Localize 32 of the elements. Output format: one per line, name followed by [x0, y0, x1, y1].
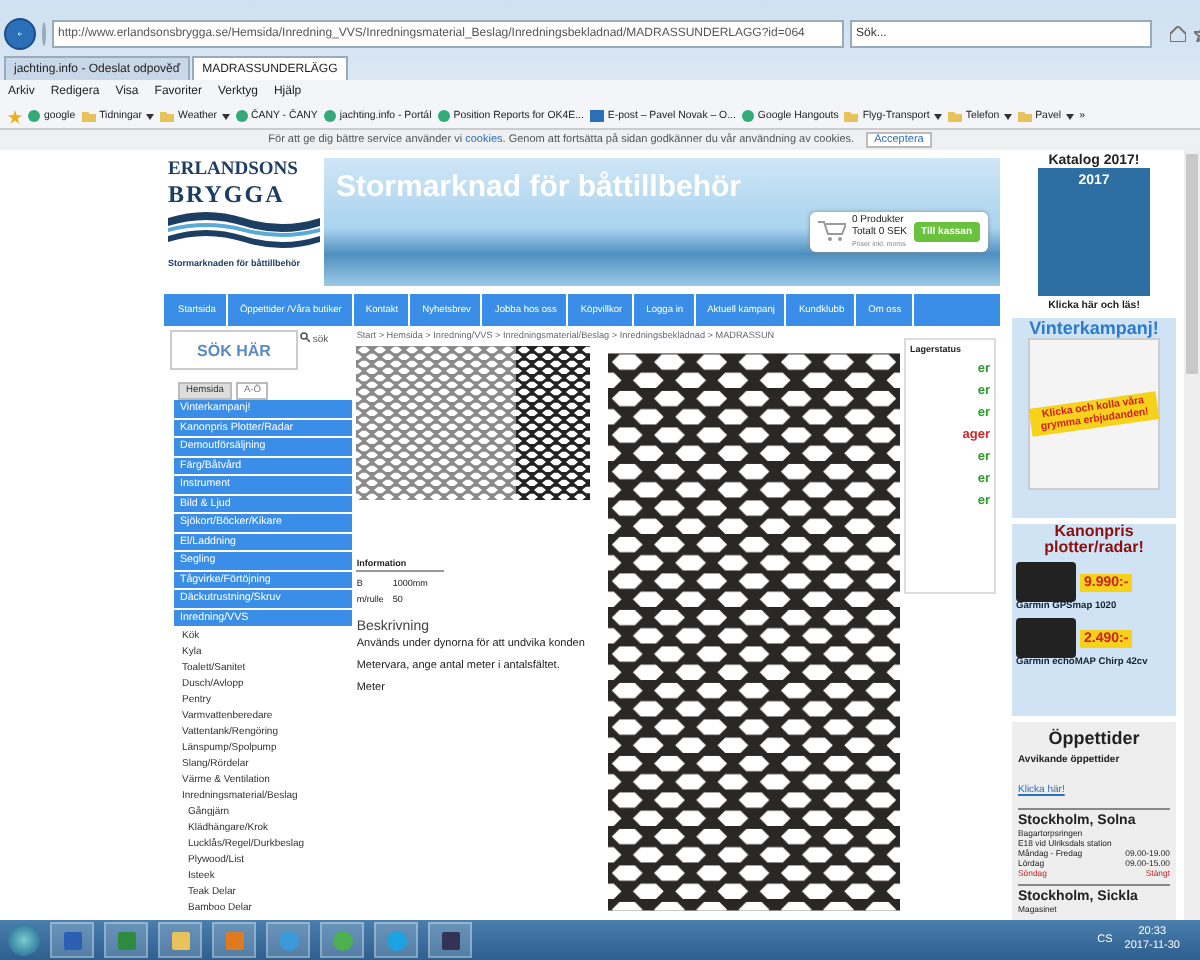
caret-icon [1003, 113, 1012, 119]
cart-icon[interactable] [818, 220, 846, 243]
campaign-title: Vinterkampanj! [1029, 318, 1159, 338]
search-field[interactable]: SÖK HÄR [170, 330, 298, 370]
caret-icon [146, 113, 155, 119]
caret-icon [933, 113, 942, 119]
scrollbar-thumb[interactable] [1186, 154, 1198, 374]
plotter-title: Kanonpris plotter/radar! [1042, 524, 1146, 556]
favorites-star-icon[interactable] [8, 109, 22, 123]
page-icon [235, 110, 248, 122]
taskbar-button[interactable] [158, 922, 202, 958]
back-button[interactable] [4, 18, 36, 50]
logo-text: ERLANDSONS [168, 162, 298, 181]
caret-icon [1065, 113, 1074, 119]
page-icon [323, 110, 336, 122]
device-image [1016, 618, 1076, 658]
logo-text: BRYGGA [168, 181, 285, 205]
scrollbar[interactable] [1184, 150, 1200, 920]
start-button[interactable] [8, 924, 40, 956]
page-icon [28, 110, 40, 122]
taskbar-button[interactable] [50, 922, 94, 958]
home-icon[interactable] [1170, 26, 1186, 42]
search-icon [300, 332, 310, 342]
hours-title: Öppettider [1046, 728, 1142, 748]
taskbar-button[interactable] [428, 922, 472, 958]
caret-icon [221, 113, 230, 119]
page-icon [437, 110, 450, 122]
device-image [1016, 562, 1076, 602]
mesh-thumbnail-image[interactable] [356, 346, 591, 500]
page-icon [741, 110, 754, 122]
banner-title: Stormarknad för båttillbehör [336, 170, 744, 204]
waves-icon [168, 209, 320, 253]
